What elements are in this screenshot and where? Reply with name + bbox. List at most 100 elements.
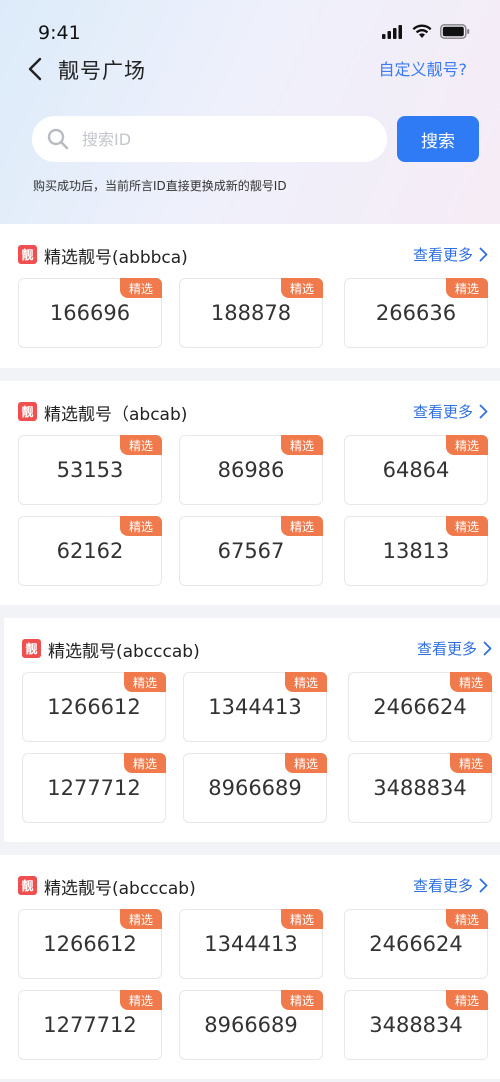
- number-value: 1277712: [47, 776, 141, 800]
- number-value: 2466624: [369, 932, 463, 956]
- number-card[interactable]: 精选 3488834: [344, 990, 488, 1060]
- section-header: 靓 精选靓号（abcab) 查看更多: [18, 399, 500, 425]
- featured-tag: 精选: [450, 753, 492, 773]
- number-card[interactable]: 精选 8966689: [179, 990, 323, 1060]
- number-card[interactable]: 精选 1344413: [183, 672, 327, 742]
- number-card[interactable]: 精选 53153: [18, 435, 162, 505]
- view-more-label: 查看更多: [412, 403, 473, 421]
- section-card: 靓 精选靓号(abbbca) 查看更多 精选 166696 精选 188878 精选…: [0, 224, 500, 368]
- number-card[interactable]: 精选 166696: [18, 278, 162, 348]
- featured-tag: 精选: [120, 516, 162, 536]
- featured-tag: 精选: [446, 990, 488, 1010]
- chevron-right-icon: [483, 641, 492, 656]
- number-card[interactable]: 精选 188878: [179, 278, 323, 348]
- search-box: [32, 116, 387, 162]
- featured-tag: 精选: [450, 672, 492, 692]
- section-header: 靓 精选靓号(abcccab) 查看更多: [22, 636, 500, 662]
- number-card[interactable]: 精选 266636: [344, 278, 488, 348]
- number-value: 266636: [375, 301, 457, 325]
- number-card[interactable]: 精选 2466624: [344, 909, 488, 979]
- featured-tag: 精选: [124, 672, 166, 692]
- featured-tag: 精选: [120, 278, 162, 298]
- featured-tag: 精选: [446, 909, 488, 929]
- number-value: 86986: [217, 458, 285, 482]
- number-value: 1266612: [47, 695, 141, 719]
- section-header: 靓 精选靓号(abcccab) 查看更多: [18, 873, 500, 899]
- featured-tag: 精选: [120, 909, 162, 929]
- number-card[interactable]: 精选 1344413: [179, 909, 323, 979]
- number-card[interactable]: 精选 1277712: [22, 753, 166, 823]
- status-time: 9:41: [38, 22, 81, 44]
- featured-tag: 精选: [281, 516, 323, 536]
- featured-tag: 精选: [446, 278, 488, 298]
- number-value: 1344413: [208, 695, 302, 719]
- number-value: 3488834: [373, 776, 467, 800]
- chevron-right-icon: [479, 247, 488, 262]
- featured-tag: 精选: [446, 435, 488, 455]
- number-value: 62162: [56, 539, 124, 563]
- number-value: 1344413: [204, 932, 298, 956]
- number-card[interactable]: 精选 1266612: [18, 909, 162, 979]
- search-button[interactable]: 搜索: [397, 116, 479, 162]
- nav-bar: 靓号广场 自定义靓号?: [0, 50, 500, 90]
- number-card[interactable]: 精选 13813: [344, 516, 488, 586]
- section-card: 靓 精选靓号（abcab) 查看更多 精选 53153 精选 86986 精选 648…: [0, 381, 500, 605]
- purchase-tip: 购买成功后，当前所言ID直接更换成新的靓号ID: [33, 179, 287, 193]
- view-more-link[interactable]: 查看更多: [417, 638, 492, 659]
- hao-badge-icon: 靓: [18, 402, 37, 421]
- number-value: 2466624: [373, 695, 467, 719]
- number-card[interactable]: 精选 1266612: [22, 672, 166, 742]
- number-value: 53153: [56, 458, 124, 482]
- number-value: 166696: [49, 301, 131, 325]
- status-icons: [382, 24, 470, 39]
- view-more-label: 查看更多: [416, 640, 477, 658]
- custom-number-link[interactable]: 自定义靓号?: [379, 56, 468, 80]
- page-title: 靓号广场: [58, 59, 146, 83]
- chevron-right-icon: [479, 404, 488, 419]
- number-value: 67567: [217, 539, 285, 563]
- number-card[interactable]: 精选 64864: [344, 435, 488, 505]
- chevron-left-icon: [28, 57, 42, 81]
- signal-icon: [382, 24, 402, 39]
- featured-tag: 精选: [281, 278, 323, 298]
- number-value: 64864: [382, 458, 450, 482]
- number-value: 13813: [382, 539, 450, 563]
- view-more-label: 查看更多: [412, 877, 473, 895]
- search-input[interactable]: [82, 129, 342, 149]
- featured-tag: 精选: [285, 753, 327, 773]
- number-value: 8966689: [208, 776, 302, 800]
- search-icon: [46, 127, 70, 151]
- featured-tag: 精选: [281, 435, 323, 455]
- back-button[interactable]: [20, 54, 50, 84]
- featured-tag: 精选: [120, 435, 162, 455]
- view-more-link[interactable]: 查看更多: [413, 875, 488, 896]
- number-card[interactable]: 精选 67567: [179, 516, 323, 586]
- section-title: 精选靓号(abcccab): [48, 642, 200, 662]
- number-card[interactable]: 精选 86986: [179, 435, 323, 505]
- view-more-link[interactable]: 查看更多: [413, 401, 488, 422]
- number-value: 1277712: [43, 1013, 137, 1037]
- section-title: 精选靓号(abbbca): [44, 248, 188, 268]
- featured-tag: 精选: [285, 672, 327, 692]
- view-more-label: 查看更多: [412, 246, 473, 264]
- section-card: 靓 精选靓号(abcccab) 查看更多 精选 1266612 精选 1344413…: [4, 618, 500, 842]
- number-value: 188878: [210, 301, 292, 325]
- number-card[interactable]: 精选 1277712: [18, 990, 162, 1060]
- wifi-icon: [412, 24, 432, 38]
- chevron-right-icon: [479, 878, 488, 893]
- view-more-link[interactable]: 查看更多: [413, 244, 488, 265]
- featured-tag: 精选: [281, 990, 323, 1010]
- number-value: 3488834: [369, 1013, 463, 1037]
- featured-tag: 精选: [120, 990, 162, 1010]
- section-header: 靓 精选靓号(abbbca) 查看更多: [18, 242, 500, 268]
- number-value: 1266612: [43, 932, 137, 956]
- featured-tag: 精选: [446, 516, 488, 536]
- featured-tag: 精选: [124, 753, 166, 773]
- number-card[interactable]: 精选 8966689: [183, 753, 327, 823]
- section-card: 靓 精选靓号(abcccab) 查看更多 精选 1266612 精选 1344413…: [0, 855, 500, 1079]
- section-title: 精选靓号(abcccab): [44, 879, 196, 899]
- status-bar: 9:41: [0, 0, 500, 50]
- number-card[interactable]: 精选 3488834: [348, 753, 492, 823]
- number-card[interactable]: 精选 2466624: [348, 672, 492, 742]
- number-card[interactable]: 精选 62162: [18, 516, 162, 586]
